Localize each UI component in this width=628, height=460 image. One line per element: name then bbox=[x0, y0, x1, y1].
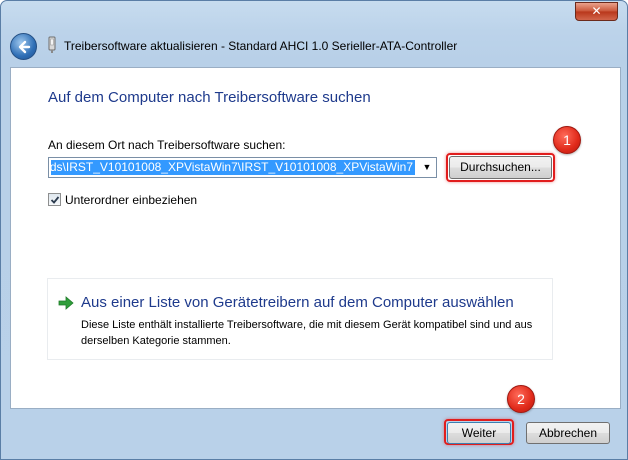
checkmark-icon bbox=[50, 196, 60, 204]
search-path-label: An diesem Ort nach Treibersoftware suche… bbox=[48, 138, 286, 152]
dropdown-arrow-icon[interactable]: ▼ bbox=[418, 158, 436, 177]
device-icon bbox=[48, 36, 56, 53]
content-panel: Auf dem Computer nach Treibersoftware su… bbox=[10, 67, 621, 409]
next-button[interactable]: Weiter bbox=[447, 422, 511, 444]
pick-from-list-link[interactable]: Aus einer Liste von Gerätetreibern auf d… bbox=[81, 294, 514, 311]
include-subfolders-label[interactable]: Unterordner einbeziehen bbox=[65, 193, 197, 207]
close-button[interactable]: ✕ bbox=[575, 2, 618, 21]
include-subfolders-checkbox[interactable] bbox=[48, 193, 61, 206]
search-path-value[interactable]: wnloads\IRST_V10101008_XPVistaWin7\IRST_… bbox=[51, 160, 413, 174]
cancel-button[interactable]: Abbrechen bbox=[526, 422, 610, 444]
pick-from-list-option[interactable]: Aus einer Liste von Gerätetreibern auf d… bbox=[47, 278, 553, 360]
green-arrow-icon bbox=[58, 296, 74, 310]
pick-from-list-description: Diese Liste enthält installierte Treiber… bbox=[81, 319, 533, 347]
page-heading: Auf dem Computer nach Treibersoftware su… bbox=[48, 89, 371, 106]
step-badge-2: 2 bbox=[507, 385, 535, 413]
step-badge-1: 1 bbox=[553, 126, 581, 154]
search-path-input[interactable]: wnloads\IRST_V10101008_XPVistaWin7\IRST_… bbox=[51, 160, 415, 175]
browse-button[interactable]: Durchsuchen... bbox=[449, 156, 552, 179]
dialog-window: ✕ Treibersoftware aktualisieren - Standa… bbox=[0, 0, 628, 460]
window-title: Treibersoftware aktualisieren - Standard… bbox=[64, 39, 458, 53]
back-arrow-icon bbox=[18, 40, 31, 54]
search-path-combobox[interactable]: wnloads\IRST_V10101008_XPVistaWin7\IRST_… bbox=[48, 157, 437, 178]
back-button[interactable] bbox=[10, 33, 37, 60]
close-icon[interactable]: ✕ bbox=[591, 4, 601, 18]
